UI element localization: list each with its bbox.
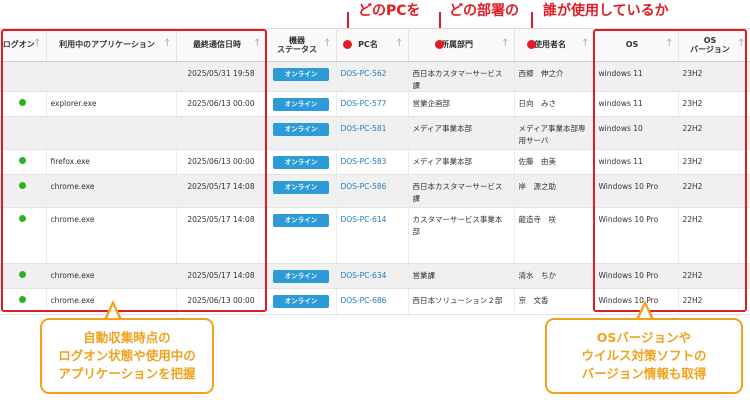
- cell-user: 日向 みさ: [514, 91, 595, 118]
- pc-name-link[interactable]: DOS-PC-581: [341, 124, 387, 133]
- cell-status: オンライン: [266, 207, 337, 265]
- highlight-os-box: [593, 29, 747, 312]
- bubble-left: 自動収集時点の ログオン状態や使用中の アプリケーションを把握: [40, 318, 214, 394]
- cell-dept: 西日本カスタマーサービス課: [408, 174, 515, 209]
- cell-user: 岸 源之助: [514, 174, 595, 209]
- cell-user: 佐藤 由美: [514, 149, 595, 176]
- col-header-user[interactable]: 使用者名 ↑: [514, 28, 595, 62]
- cell-pc: DOS-PC-614: [336, 207, 409, 265]
- cell-user-text: 西郷 伸之介: [518, 69, 564, 78]
- callout-which-pc: どのPCを: [358, 3, 421, 19]
- cell-status: オンライン: [266, 61, 337, 93]
- cell-dept: 営業課: [408, 263, 515, 290]
- cell-dept: メディア事業本部: [408, 149, 515, 176]
- cell-pc: DOS-PC-583: [336, 149, 409, 176]
- status-badge: オンライン: [273, 68, 329, 81]
- pc-name-link[interactable]: DOS-PC-614: [341, 215, 387, 224]
- cell-dept-text: 西日本カスタマーサービス課: [412, 182, 503, 203]
- callout-dot-pc: [343, 40, 352, 49]
- bubble-right: OSバージョンや ウイルス対策ソフトの バージョン情報も取得: [545, 318, 743, 394]
- pc-name-link[interactable]: DOS-PC-686: [341, 296, 387, 305]
- callout-who-uses: 誰が使用しているか: [543, 3, 669, 19]
- cell-user: メディア事業本部専用サーバ: [514, 116, 595, 151]
- cell-dept: カスタマーサービス事業本部: [408, 207, 515, 265]
- cell-dept-text: 西日本ソリューション２部: [412, 296, 503, 306]
- status-badge: オンライン: [273, 181, 329, 195]
- cell-status: オンライン: [266, 288, 337, 316]
- highlight-logon-app-box: [1, 29, 267, 312]
- pc-name-link[interactable]: DOS-PC-577: [341, 99, 387, 108]
- bubble-right-text: OSバージョンや ウイルス対策ソフトの バージョン情報も取得: [581, 330, 707, 381]
- sort-icon[interactable]: ↑: [323, 38, 331, 50]
- status-badge: オンライン: [273, 123, 329, 137]
- cell-user: 清水 ちか: [514, 263, 595, 290]
- callout-dot-dept: [435, 40, 444, 49]
- callout-dot-user: [527, 40, 536, 49]
- cell-pc: DOS-PC-562: [336, 61, 409, 93]
- cell-status: オンライン: [266, 174, 337, 209]
- pc-name-link[interactable]: DOS-PC-583: [341, 157, 387, 166]
- cell-user-text: 日向 みさ: [518, 99, 557, 109]
- cell-status: オンライン: [266, 263, 337, 290]
- bubble-left-tail-inner: [107, 305, 119, 319]
- bubble-left-text: 自動収集時点の ログオン状態や使用中の アプリケーションを把握: [58, 330, 196, 381]
- sort-icon[interactable]: ↑: [581, 38, 589, 50]
- status-badge: オンライン: [273, 156, 329, 170]
- cell-user: 京 文香: [514, 288, 595, 316]
- cell-dept-text: 営業企画部: [412, 99, 451, 109]
- pc-name-link[interactable]: DOS-PC-634: [341, 271, 387, 280]
- cell-dept: 営業企画部: [408, 91, 515, 118]
- cell-user-text: 岸 源之助: [518, 182, 557, 192]
- col-header-status[interactable]: 機器 ステータス ↑: [266, 28, 337, 62]
- cell-user-text: 佐藤 由美: [518, 157, 557, 167]
- cell-user: 西郷 伸之介: [514, 61, 595, 93]
- cell-status: オンライン: [266, 149, 337, 176]
- cell-dept: 西日本カスタマーサービス課: [408, 61, 515, 93]
- cell-user-text: 清水 ちか: [518, 271, 557, 281]
- col-header-dept[interactable]: 所属部門 ↑: [408, 28, 515, 62]
- cell-dept-text: カスタマーサービス事業本部: [412, 215, 503, 236]
- cell-pc: DOS-PC-686: [336, 288, 409, 316]
- status-badge: オンライン: [273, 214, 329, 228]
- cell-dept-text: メディア事業本部: [412, 124, 472, 134]
- pc-name-link[interactable]: DOS-PC-562: [341, 69, 387, 78]
- cell-status: オンライン: [266, 116, 337, 151]
- cell-pc: DOS-PC-577: [336, 91, 409, 118]
- callout-which-dept: どの部署の: [449, 3, 519, 19]
- pc-name-link[interactable]: DOS-PC-586: [341, 182, 387, 191]
- cell-dept: 西日本ソリューション２部: [408, 288, 515, 316]
- cell-status: オンライン: [266, 91, 337, 118]
- cell-user: 龍造寺 咲: [514, 207, 595, 265]
- sort-icon[interactable]: ↑: [395, 38, 403, 50]
- cell-dept-text: 営業課: [412, 271, 436, 281]
- status-badge: オンライン: [273, 295, 329, 309]
- cell-dept-text: 西日本カスタマーサービス課: [412, 69, 503, 90]
- cell-user-text: 京 文香: [518, 296, 549, 306]
- bubble-right-tail-inner: [639, 305, 651, 319]
- status-badge: オンライン: [273, 98, 329, 112]
- sort-icon[interactable]: ↑: [501, 38, 509, 50]
- cell-dept: メディア事業本部: [408, 116, 515, 151]
- cell-pc: DOS-PC-586: [336, 174, 409, 209]
- cell-dept-text: メディア事業本部: [412, 157, 472, 167]
- cell-pc: DOS-PC-634: [336, 263, 409, 290]
- cell-user-text: メディア事業本部専用サーバ: [518, 124, 586, 145]
- cell-pc: DOS-PC-581: [336, 116, 409, 151]
- cell-user-text: 龍造寺 咲: [518, 215, 557, 225]
- status-badge: オンライン: [273, 270, 329, 284]
